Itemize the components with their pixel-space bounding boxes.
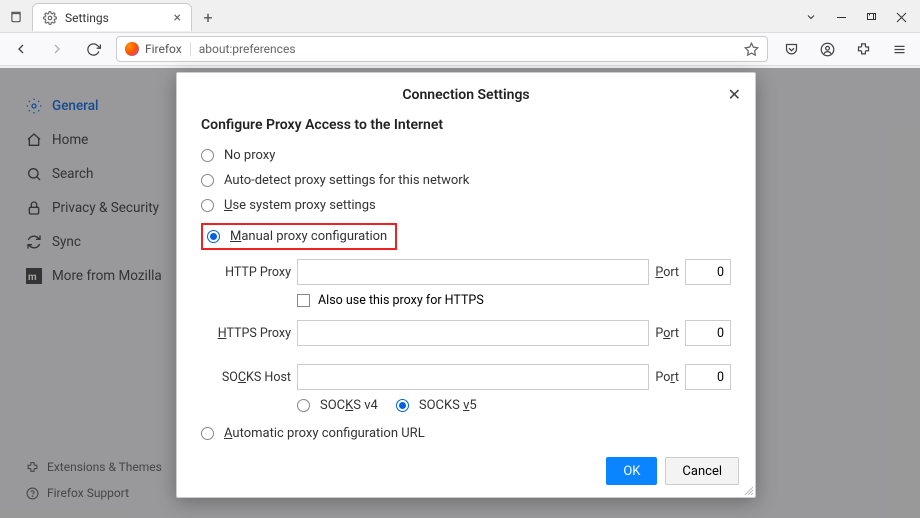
cancel-button[interactable]: Cancel (665, 457, 739, 485)
hamburger-menu-icon[interactable] (886, 36, 912, 62)
section-title: Configure Proxy Access to the Internet (201, 117, 731, 133)
add-tab-button[interactable]: + (196, 5, 220, 29)
port-label: Port (655, 265, 679, 280)
radio-icon (201, 427, 214, 440)
radio-icon (201, 174, 214, 187)
http-port-input[interactable] (685, 259, 731, 285)
tab-close-icon[interactable]: × (174, 10, 181, 26)
port-label: Port (655, 370, 679, 385)
close-icon[interactable]: ✕ (728, 85, 741, 104)
reload-button[interactable] (80, 36, 106, 62)
dialog-header: Connection Settings ✕ (177, 73, 755, 117)
gear-icon (43, 11, 57, 25)
account-icon[interactable] (814, 36, 840, 62)
toolbar: Firefox about:preferences (0, 32, 920, 66)
option-label: No proxy (224, 148, 275, 163)
option-auto-detect[interactable]: Auto-detect proxy settings for this netw… (201, 168, 731, 193)
checkbox-icon (297, 294, 310, 307)
https-proxy-label: HTTPS Proxy (215, 326, 291, 341)
also-https-row[interactable]: Also use this proxy for HTTPS (201, 289, 731, 316)
firefox-brand: Firefox (125, 42, 191, 56)
ok-button[interactable]: OK (606, 457, 657, 485)
socks-host-row: SOCKS Host Port (201, 360, 731, 394)
checkbox-label: Also use this proxy for HTTPS (318, 293, 484, 308)
tab-title: Settings (65, 11, 166, 25)
option-label: Automatic proxy configuration URL (224, 426, 425, 441)
pocket-icon[interactable] (778, 36, 804, 62)
bookmark-star-icon[interactable] (744, 42, 759, 57)
option-no-proxy[interactable]: No proxy (201, 143, 731, 168)
option-label: SOCKS v5 (419, 398, 477, 413)
dialog-body: Configure Proxy Access to the Internet N… (177, 117, 755, 447)
app-menu-icon[interactable] (4, 5, 28, 29)
option-label: SOCKS v4 (320, 398, 378, 413)
socks-v4-option[interactable]: SOCKS v4 (297, 398, 378, 413)
http-proxy-row: HTTP Proxy Port (201, 255, 731, 289)
brand-label: Firefox (145, 42, 182, 56)
radio-selected-icon (207, 230, 220, 243)
forward-button[interactable] (44, 36, 70, 62)
radio-icon (201, 149, 214, 162)
https-proxy-input[interactable] (297, 320, 649, 346)
https-proxy-row: HTTPS Proxy Port (201, 316, 731, 350)
minimize-button[interactable] (826, 3, 856, 31)
firefox-icon (125, 42, 139, 56)
socks-host-input[interactable] (297, 364, 649, 390)
option-label: Auto-detect proxy settings for this netw… (224, 173, 469, 188)
https-port-input[interactable] (685, 320, 731, 346)
close-window-button[interactable] (886, 3, 916, 31)
socks-port-input[interactable] (685, 364, 731, 390)
socks-v5-option[interactable]: SOCKS v5 (396, 398, 477, 413)
http-proxy-label: HTTP Proxy (215, 265, 291, 280)
connection-settings-dialog: Connection Settings ✕ Configure Proxy Ac… (176, 72, 756, 498)
option-label: Manual proxy configuration (230, 229, 387, 244)
browser-chrome: Settings × + Firefox about:preferences (0, 0, 920, 66)
tab-row: Settings × + (0, 0, 920, 32)
option-use-system[interactable]: Use system proxy settings (201, 193, 731, 218)
radio-icon (297, 399, 310, 412)
port-label: Port (655, 326, 679, 341)
resize-grip-icon[interactable] (743, 485, 753, 495)
window-controls (796, 3, 916, 31)
extensions-icon[interactable] (850, 36, 876, 62)
maximize-button[interactable] (856, 3, 886, 31)
back-button[interactable] (8, 36, 34, 62)
browser-tab[interactable]: Settings × (32, 3, 192, 31)
dialog-title: Connection Settings (177, 87, 755, 103)
chevron-down-icon[interactable] (796, 3, 826, 31)
socks-version-group: SOCKS v4 SOCKS v5 (201, 394, 731, 421)
socks-host-label: SOCKS Host (215, 370, 291, 385)
url-bar[interactable]: Firefox about:preferences (116, 36, 768, 62)
highlight-box: Manual proxy configuration (201, 223, 397, 250)
option-auto-url[interactable]: Automatic proxy configuration URL (201, 421, 731, 446)
option-manual-proxy[interactable]: Manual proxy configuration (201, 218, 731, 255)
option-label: Use system proxy settings (224, 198, 376, 213)
http-proxy-input[interactable] (297, 259, 649, 285)
radio-selected-icon (396, 399, 409, 412)
url-text: about:preferences (199, 42, 736, 56)
dialog-footer: OK Cancel (177, 447, 755, 497)
radio-icon (201, 199, 214, 212)
